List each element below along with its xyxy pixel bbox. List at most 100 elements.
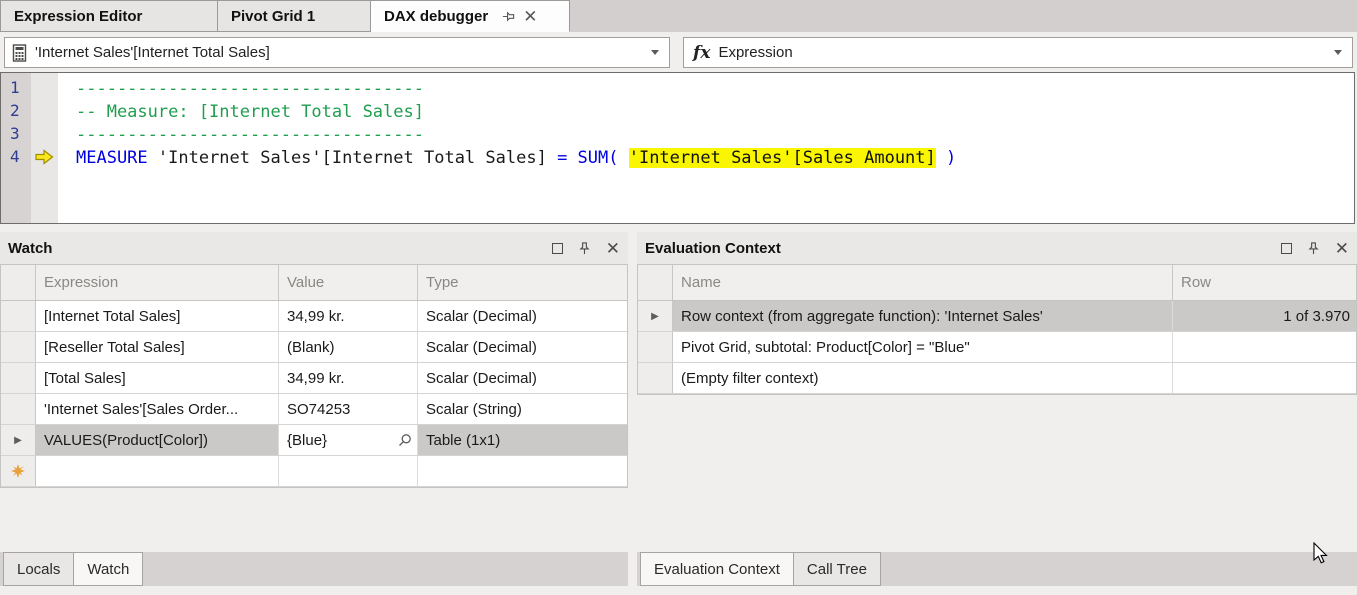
column-header-expression[interactable]: Expression — [36, 265, 279, 300]
close-icon[interactable]: ✕ — [523, 8, 537, 25]
expression-selector-combobox[interactable]: fx Expression — [683, 37, 1353, 68]
watch-row[interactable]: 'Internet Sales'[Sales Order... SO74253 … — [1, 394, 627, 425]
debug-arrow-icon — [35, 149, 54, 170]
tab-dax-debugger[interactable]: DAX debugger ✕ — [371, 0, 570, 32]
watch-value[interactable]: 34,99 kr. — [279, 301, 418, 331]
watch-value[interactable]: 34,99 kr. — [279, 363, 418, 393]
star-icon — [11, 464, 25, 478]
panel-title: Evaluation Context — [645, 240, 1281, 257]
tab-label: DAX debugger — [384, 8, 488, 25]
column-header-row[interactable]: Row — [1173, 265, 1356, 300]
expression-selector-value: Expression — [718, 44, 1334, 61]
tab-expression-editor[interactable]: Expression Editor — [0, 0, 218, 32]
watch-expression-empty[interactable] — [36, 456, 279, 486]
tab-evaluation-context[interactable]: Evaluation Context — [640, 552, 794, 586]
watch-expression[interactable]: VALUES(Product[Color]) — [36, 425, 279, 455]
row-header[interactable] — [1, 301, 36, 331]
tab-pivot-grid-1[interactable]: Pivot Grid 1 — [218, 0, 371, 32]
measure-selector-value: 'Internet Sales'[Internet Total Sales] — [35, 44, 651, 61]
context-row: 1 of 3.970 — [1173, 301, 1356, 331]
chevron-down-icon[interactable] — [651, 50, 659, 55]
context-name[interactable]: (Empty filter context) — [673, 363, 1173, 393]
code-comment: -- Measure: [Internet Total Sales] — [76, 102, 424, 122]
pin-icon[interactable] — [578, 242, 591, 255]
eval-row-selected[interactable]: ▶ Row context (from aggregate function):… — [638, 301, 1356, 332]
highlighted-expression: 'Internet Sales'[Sales Amount] — [629, 148, 936, 168]
mouse-cursor — [1313, 542, 1335, 570]
watch-titlebar[interactable]: Watch ✕ — [0, 232, 628, 264]
watch-expression[interactable]: 'Internet Sales'[Sales Order... — [36, 394, 279, 424]
code-area[interactable]: ---------------------------------- -- Me… — [58, 73, 1354, 223]
watch-grid-header: Expression Value Type — [1, 265, 627, 301]
context-name[interactable]: Row context (from aggregate function): '… — [673, 301, 1173, 331]
watch-row[interactable]: [Internet Total Sales] 34,99 kr. Scalar … — [1, 301, 627, 332]
watch-value-text: {Blue} — [287, 432, 327, 449]
watch-value-editing[interactable]: {Blue} — [279, 425, 418, 455]
watch-value[interactable]: (Blank) — [279, 332, 418, 362]
watch-row-selected[interactable]: ▶ VALUES(Product[Color]) {Blue} Table (1… — [1, 425, 627, 456]
pin-icon[interactable] — [502, 10, 515, 23]
measure-selector-combobox[interactable]: 'Internet Sales'[Internet Total Sales] — [4, 37, 670, 68]
row-header[interactable] — [1, 332, 36, 362]
current-statement-line: MEASURE 'Internet Sales'[Internet Total … — [76, 147, 1354, 170]
tab-label: Call Tree — [807, 561, 867, 578]
tab-locals[interactable]: Locals — [3, 552, 74, 586]
watch-new-row[interactable] — [1, 456, 627, 487]
watch-panel: Watch ✕ Expression Value Type [Internet … — [0, 232, 628, 590]
watch-row[interactable]: [Total Sales] 34,99 kr. Scalar (Decimal) — [1, 363, 627, 394]
watch-row[interactable]: [Reseller Total Sales] (Blank) Scalar (D… — [1, 332, 627, 363]
evaluation-context-titlebar[interactable]: Evaluation Context ✕ — [637, 232, 1357, 264]
close-icon[interactable]: ✕ — [1335, 240, 1349, 257]
watch-expression[interactable]: [Reseller Total Sales] — [36, 332, 279, 362]
breakpoint-gutter[interactable] — [31, 73, 58, 223]
tab-label: Locals — [17, 561, 60, 578]
line-number: 1 — [1, 78, 31, 101]
row-header[interactable] — [1, 394, 36, 424]
column-header-type[interactable]: Type — [418, 265, 627, 300]
code-editor[interactable]: 1 2 3 4 --------------------------------… — [0, 72, 1355, 224]
context-name[interactable]: Pivot Grid, subtotal: Product[Color] = "… — [673, 332, 1173, 362]
line-number: 2 — [1, 101, 31, 124]
watch-type: Scalar (Decimal) — [418, 363, 627, 393]
eval-row[interactable]: (Empty filter context) — [638, 363, 1356, 394]
tab-watch[interactable]: Watch — [74, 552, 143, 586]
eval-row[interactable]: Pivot Grid, subtotal: Product[Color] = "… — [638, 332, 1356, 363]
row-header[interactable] — [1, 456, 36, 486]
tab-label: Expression Editor — [14, 8, 142, 25]
eval-panel-tabstrip: Evaluation Context Call Tree — [637, 552, 1357, 586]
code-operator: = SUM( — [557, 148, 629, 168]
row-header[interactable]: ▶ — [638, 301, 673, 331]
tab-call-tree[interactable]: Call Tree — [794, 552, 881, 586]
tab-label: Pivot Grid 1 — [231, 8, 315, 25]
magnifier-icon[interactable] — [398, 433, 412, 447]
expand-icon[interactable]: ▶ — [651, 311, 659, 322]
watch-type: Scalar (Decimal) — [418, 301, 627, 331]
watch-panel-tabstrip: Locals Watch — [0, 552, 628, 586]
code-comment: ---------------------------------- — [76, 125, 424, 145]
pin-icon[interactable] — [1307, 242, 1320, 255]
watch-type: Table (1x1) — [418, 425, 627, 455]
row-header-column — [1, 265, 36, 300]
chevron-down-icon[interactable] — [1334, 50, 1342, 55]
watch-expression[interactable]: [Internet Total Sales] — [36, 301, 279, 331]
maximize-icon[interactable] — [1281, 243, 1292, 254]
watch-type: Scalar (Decimal) — [418, 332, 627, 362]
watch-type-empty — [418, 456, 627, 486]
row-header[interactable] — [638, 363, 673, 393]
toolbar: 'Internet Sales'[Internet Total Sales] f… — [0, 36, 1357, 69]
column-header-name[interactable]: Name — [673, 265, 1173, 300]
row-header[interactable] — [638, 332, 673, 362]
row-header[interactable]: ▶ — [1, 425, 36, 455]
tab-label: Watch — [87, 561, 129, 578]
close-icon[interactable]: ✕ — [606, 240, 620, 257]
maximize-icon[interactable] — [552, 243, 563, 254]
row-header[interactable] — [1, 363, 36, 393]
eval-grid-header: Name Row — [638, 265, 1356, 301]
code-keyword: MEASURE — [76, 148, 148, 168]
code-close-paren: ) — [936, 148, 956, 168]
expand-icon[interactable]: ▶ — [14, 435, 22, 446]
watch-expression[interactable]: [Total Sales] — [36, 363, 279, 393]
column-header-value[interactable]: Value — [279, 265, 418, 300]
watch-value-empty[interactable] — [279, 456, 418, 486]
watch-value[interactable]: SO74253 — [279, 394, 418, 424]
